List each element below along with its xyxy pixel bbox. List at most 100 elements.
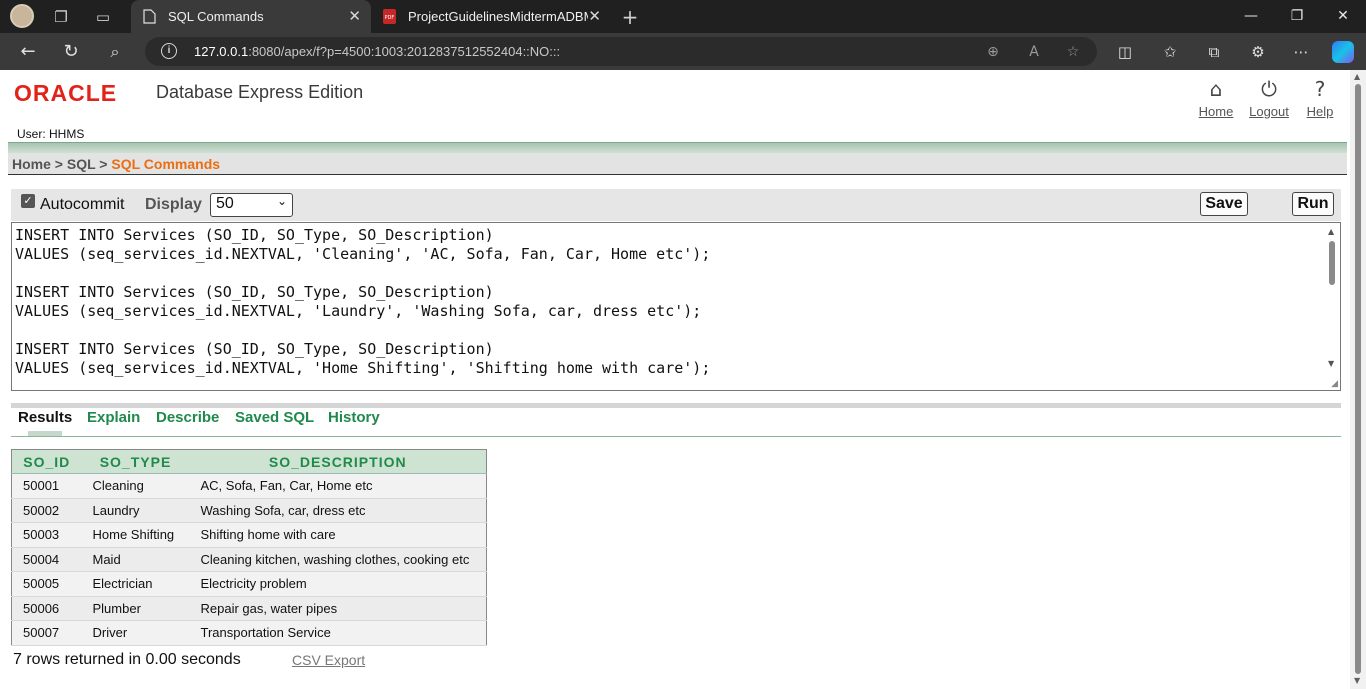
scroll-down-icon[interactable]: ▼ <box>1354 676 1360 685</box>
tab-actions-icon[interactable]: ▭ <box>92 6 114 28</box>
tab-title: ProjectGuidelinesMidtermADBMS <box>408 9 588 24</box>
more-menu-icon[interactable]: ⋯ <box>1288 39 1314 65</box>
browser-tab-project-guidelines[interactable]: PDF ProjectGuidelinesMidtermADBMS ✕ <box>371 0 611 33</box>
apex-page: ORACLE Database Express Edition User: HH… <box>4 70 1349 689</box>
logout-link[interactable]: ⏻ Logout <box>1246 76 1292 119</box>
cell-so-description: Washing Sofa, car, dress etc <box>189 498 487 523</box>
logout-link-label[interactable]: Logout <box>1246 104 1292 119</box>
editor-scrollbar[interactable]: ▲ ▼ <box>1324 223 1340 390</box>
autocommit-checkbox[interactable]: ✓ <box>21 194 35 208</box>
favorites-icon[interactable]: ✩ <box>1157 39 1183 65</box>
scroll-up-icon[interactable]: ▲ <box>1328 227 1334 236</box>
table-row: 50004 Maid Cleaning kitchen, washing cloth… <box>11 547 487 572</box>
scroll-down-icon[interactable]: ▼ <box>1328 359 1334 368</box>
url-text[interactable]: 127.0.0.1:8080/apex/f?p=4500:1003:201283… <box>194 44 560 59</box>
run-button[interactable]: Run <box>1292 192 1334 216</box>
extensions-icon[interactable]: ⚙ <box>1245 39 1271 65</box>
column-header: SO_DESCRIPTION <box>189 449 487 474</box>
editor-scroll-thumb[interactable] <box>1329 241 1335 285</box>
power-icon: ⏻ <box>1261 77 1277 101</box>
back-arrow-icon[interactable]: ← <box>15 39 41 65</box>
tab-history[interactable]: History <box>328 409 380 426</box>
save-button[interactable]: Save <box>1200 192 1248 216</box>
sql-editor-text[interactable]: INSERT INTO Services (SO_ID, SO_Type, SO… <box>15 226 710 378</box>
autocommit-label: Autocommit <box>40 196 125 213</box>
cell-so-type: Cleaning <box>81 473 190 499</box>
csv-export-link[interactable]: CSV Export <box>292 652 365 668</box>
new-tab-icon[interactable]: + <box>619 6 641 28</box>
command-toolbar: ✓ Autocommit Display 50 ⌄ Save Run <box>11 189 1341 221</box>
tab-describe[interactable]: Describe <box>156 409 219 426</box>
chevron-down-icon: ⌄ <box>276 194 287 208</box>
restore-icon[interactable]: ❐ <box>1274 0 1320 33</box>
breadcrumb-home[interactable]: Home <box>12 156 51 172</box>
cell-so-description: Repair gas, water pipes <box>189 596 487 621</box>
breadcrumb: Home > SQL > SQL Commands <box>8 153 1347 175</box>
home-link-label[interactable]: Home <box>1193 104 1239 119</box>
site-info-icon[interactable]: i <box>161 43 177 59</box>
edition-title: Database Express Edition <box>156 82 364 102</box>
close-tab-icon[interactable]: ✕ <box>588 7 601 25</box>
search-icon[interactable]: ⌕ <box>102 39 128 65</box>
browser-address-bar: ← ↻ ⌕ i 127.0.0.1:8080/apex/f?p=4500:100… <box>0 33 1366 70</box>
document-icon <box>143 9 156 24</box>
cell-so-type: Home Shifting <box>81 522 190 548</box>
tab-explain[interactable]: Explain <box>87 409 140 426</box>
header-divider <box>8 142 1347 153</box>
minimize-icon[interactable]: — <box>1228 0 1274 33</box>
cell-so-type: Plumber <box>81 596 190 621</box>
column-header: SO_TYPE <box>81 449 190 474</box>
breadcrumb-sql[interactable]: SQL <box>67 156 96 172</box>
table-header-row: SO_ID SO_TYPE SO_DESCRIPTION <box>11 449 487 474</box>
page-scroll-thumb[interactable] <box>1355 84 1361 674</box>
cell-so-description: Cleaning kitchen, washing clothes, cooki… <box>189 547 487 572</box>
sql-editor[interactable]: INSERT INTO Services (SO_ID, SO_Type, SO… <box>11 222 1341 391</box>
zoom-icon[interactable]: ⊕ <box>983 42 1003 62</box>
tab-results[interactable]: Results <box>18 409 72 426</box>
browser-tab-strip: ❐ ▭ SQL Commands ✕ PDF ProjectGuidelines… <box>0 0 1366 33</box>
cell-so-description: AC, Sofa, Fan, Car, Home etc <box>189 473 487 499</box>
breadcrumb-separator: > <box>50 156 67 172</box>
question-icon: ? <box>1314 77 1326 101</box>
cell-so-description: Shifting home with care <box>189 522 487 548</box>
display-rows-select[interactable]: 50 ⌄ <box>210 193 293 217</box>
cell-so-id: 50002 <box>11 498 82 523</box>
split-screen-icon[interactable]: ◫ <box>1112 39 1138 65</box>
browser-tab-sql-commands[interactable]: SQL Commands ✕ <box>131 0 371 33</box>
help-link-label[interactable]: Help <box>1297 104 1343 119</box>
tab-saved-sql[interactable]: Saved SQL <box>235 409 314 426</box>
user-label: User: HHMS <box>17 127 85 141</box>
workspaces-icon[interactable]: ❐ <box>50 6 72 28</box>
read-aloud-icon[interactable]: A <box>1024 42 1044 62</box>
home-link[interactable]: ⌂ Home <box>1193 76 1239 119</box>
copilot-icon[interactable] <box>1332 41 1354 63</box>
cell-so-id: 50005 <box>11 571 82 597</box>
svg-text:PDF: PDF <box>385 15 395 21</box>
url-field[interactable]: i 127.0.0.1:8080/apex/f?p=4500:1003:2012… <box>145 37 1097 66</box>
display-label: Display <box>145 196 202 213</box>
collections-icon[interactable]: ⧉ <box>1201 39 1227 65</box>
cell-so-type: Electrician <box>81 571 190 597</box>
cell-so-type: Driver <box>81 620 190 646</box>
home-icon: ⌂ <box>1209 77 1223 101</box>
favorite-star-icon[interactable]: ☆ <box>1063 42 1083 62</box>
resize-grip-icon[interactable]: ◢ <box>1331 379 1338 389</box>
table-row: 50001 Cleaning AC, Sofa, Fan, Car, Home et… <box>11 473 487 499</box>
oracle-logo: ORACLE <box>14 80 118 106</box>
help-link[interactable]: ? Help <box>1297 76 1343 119</box>
window-close-icon[interactable]: ✕ <box>1320 0 1366 33</box>
rows-returned-summary: 7 rows returned in 0.00 seconds <box>13 651 241 668</box>
cell-so-id: 50001 <box>11 473 82 499</box>
table-row: 50003 Home Shifting Shifting home with car… <box>11 522 487 548</box>
cell-so-type: Laundry <box>81 498 190 523</box>
results-divider <box>11 403 1341 408</box>
close-tab-icon[interactable]: ✕ <box>348 7 361 25</box>
cell-so-id: 50003 <box>11 522 82 548</box>
cell-so-id: 50007 <box>11 620 82 646</box>
column-header: SO_ID <box>11 449 82 474</box>
cell-so-description: Electricity problem <box>189 571 487 597</box>
profile-avatar[interactable] <box>10 4 34 28</box>
refresh-icon[interactable]: ↻ <box>58 39 84 65</box>
page-scrollbar[interactable]: ▲ ▼ <box>1350 70 1366 689</box>
scroll-up-icon[interactable]: ▲ <box>1354 72 1360 81</box>
